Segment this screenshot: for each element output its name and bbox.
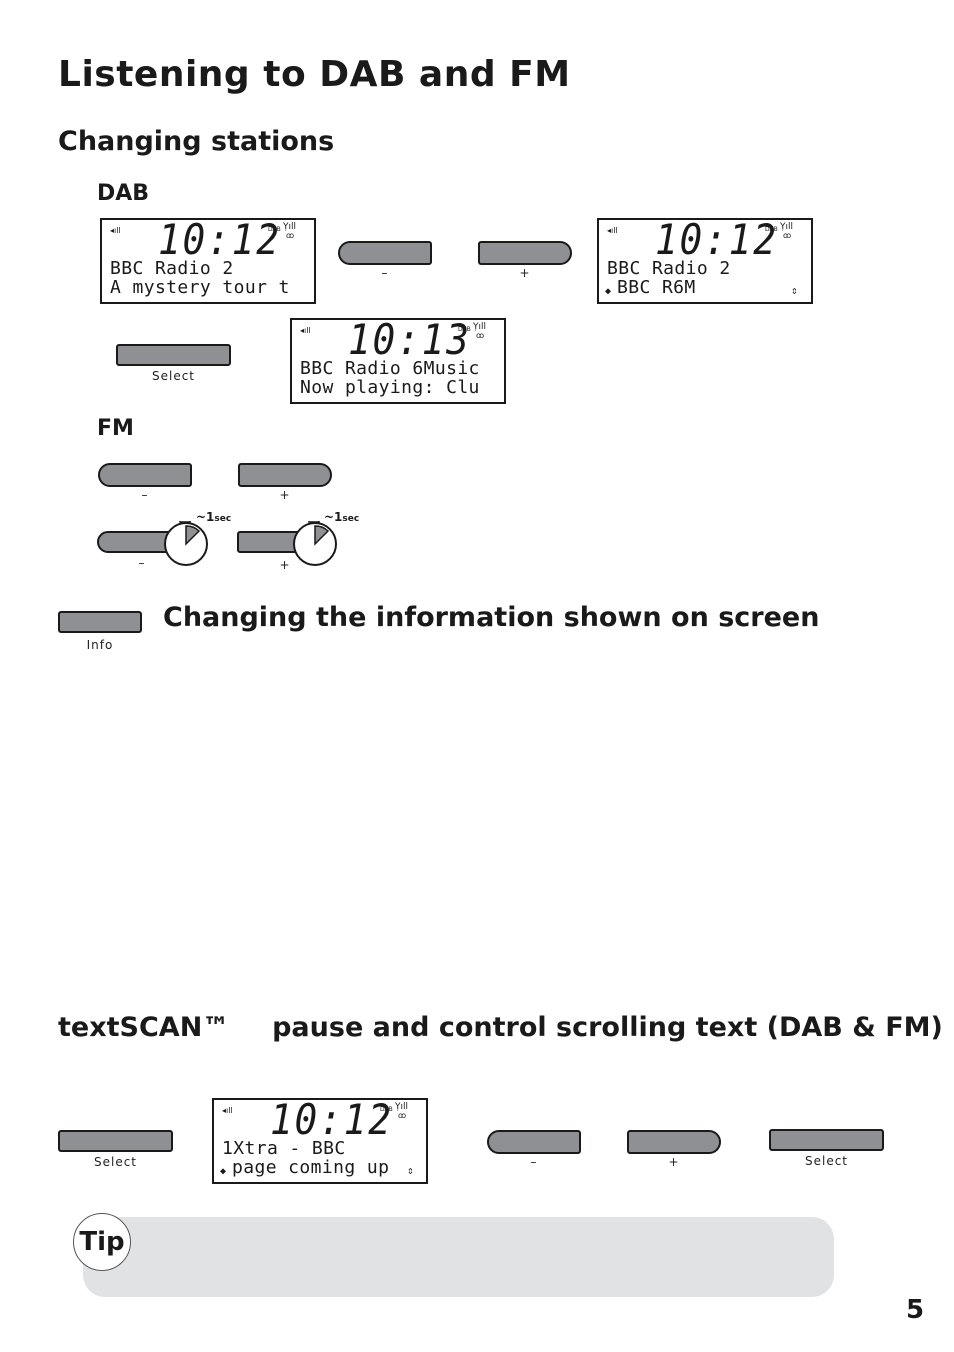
lcd-band: DAB bbox=[765, 226, 778, 233]
info-button[interactable] bbox=[58, 611, 142, 633]
page-title: Listening to DAB and FM bbox=[58, 54, 571, 95]
lcd-time: 10:12 bbox=[270, 1095, 393, 1144]
tune-up-button[interactable] bbox=[478, 241, 572, 265]
hold-duration-plus: ~1sec bbox=[324, 510, 359, 524]
textscan-minus-label: – bbox=[530, 1155, 538, 1169]
scroll-left-arrow-icon: ◆ bbox=[220, 1166, 227, 1177]
lcd-line-2: page coming up bbox=[232, 1157, 390, 1178]
lcd-display-dab-browse: ◂ıll 10:12 DAB Ỵıll ꝏ BBC Radio 2 ◆ BBC … bbox=[597, 218, 813, 304]
fm-tune-down-label: – bbox=[141, 488, 149, 502]
textscan-description: pause and control scrolling text (DAB & … bbox=[272, 1012, 943, 1043]
stereo-icon: ꝏ bbox=[286, 231, 295, 240]
volume-icon: ◂ıll bbox=[110, 226, 121, 235]
hold-duration-unit: sec bbox=[342, 514, 360, 524]
info-label: Info bbox=[86, 638, 114, 652]
hold-duration-value: ~1 bbox=[324, 510, 343, 524]
hold-duration-value: ~1 bbox=[196, 510, 215, 524]
stereo-icon: ꝏ bbox=[783, 231, 792, 240]
lcd-display-dab-new-station: ◂ıll 10:13 DAB Ỵıll ꝏ BBC Radio 6Music N… bbox=[290, 318, 506, 404]
fm-tune-up-button[interactable] bbox=[238, 463, 332, 487]
section-heading-textscan: textSCAN™ pause and control scrolling te… bbox=[58, 1012, 943, 1043]
fm-tune-up-label: + bbox=[279, 488, 291, 502]
lcd-time: 10:12 bbox=[158, 215, 281, 264]
textscan-select-label-2: Select bbox=[804, 1154, 849, 1168]
lcd-time: 10:13 bbox=[348, 315, 471, 364]
textscan-plus-button[interactable] bbox=[627, 1130, 721, 1154]
lcd-band: DAB bbox=[268, 226, 281, 233]
section-heading-changing-stations: Changing stations bbox=[58, 126, 335, 157]
page-number: 5 bbox=[906, 1295, 925, 1325]
textscan-select-label-1: Select bbox=[93, 1155, 138, 1169]
stopwatch-icon bbox=[292, 516, 338, 567]
lcd-line-2: BBC R6M bbox=[617, 277, 696, 298]
tune-up-label: + bbox=[519, 266, 531, 280]
textscan-select-button-1[interactable] bbox=[58, 1130, 173, 1152]
select-label: Select bbox=[151, 369, 196, 383]
textscan-select-button-2[interactable] bbox=[769, 1129, 884, 1151]
fm-subheading: FM bbox=[97, 416, 134, 441]
stereo-icon: ꝏ bbox=[476, 331, 485, 340]
scroll-left-arrow-icon: ◆ bbox=[605, 286, 612, 297]
tip-badge: Tip bbox=[73, 1213, 131, 1271]
lcd-line-1: BBC Radio 2 bbox=[607, 258, 731, 279]
stereo-icon: ꝏ bbox=[398, 1111, 407, 1120]
section-heading-info: Changing the information shown on screen bbox=[163, 602, 820, 633]
volume-icon: ◂ıll bbox=[607, 226, 618, 235]
lcd-line-1: BBC Radio 6Music bbox=[300, 358, 480, 379]
lcd-display-textscan: ◂ıll 10:12 DAB Ỵıll ꝏ 1Xtra - BBC ◆ page… bbox=[212, 1098, 428, 1184]
lcd-line-2: Now playing: Clu bbox=[300, 377, 480, 398]
fm-tune-down-button[interactable] bbox=[98, 463, 192, 487]
tip-box bbox=[83, 1217, 834, 1297]
lcd-display-dab-current: ◂ıll 10:12 DAB Ỵıll ꝏ BBC Radio 2 A myst… bbox=[100, 218, 316, 304]
lcd-time: 10:12 bbox=[655, 215, 778, 264]
textscan-minus-button[interactable] bbox=[487, 1130, 581, 1154]
select-button[interactable] bbox=[116, 344, 231, 366]
lcd-band: DAB bbox=[458, 326, 471, 333]
lcd-line-2: A mystery tour t bbox=[110, 277, 290, 298]
lcd-line-1: BBC Radio 2 bbox=[110, 258, 234, 279]
lcd-line-1: 1Xtra - BBC bbox=[222, 1138, 346, 1159]
textscan-plus-label: + bbox=[668, 1155, 680, 1169]
volume-icon: ◂ıll bbox=[300, 326, 311, 335]
volume-icon: ◂ıll bbox=[222, 1106, 233, 1115]
textscan-brand: textSCAN™ bbox=[58, 1012, 230, 1043]
hold-duration-unit: sec bbox=[214, 514, 232, 524]
dab-subheading: DAB bbox=[97, 181, 150, 206]
stopwatch-icon bbox=[163, 516, 209, 567]
tune-down-button[interactable] bbox=[338, 241, 432, 265]
scroll-right-arrow-icon: ⇕ bbox=[407, 1164, 415, 1177]
hold-duration-minus: ~1sec bbox=[196, 510, 231, 524]
lcd-band: DAB bbox=[380, 1106, 393, 1113]
tune-down-label: – bbox=[381, 266, 389, 280]
scroll-right-arrow-icon: ⇕ bbox=[791, 284, 799, 297]
